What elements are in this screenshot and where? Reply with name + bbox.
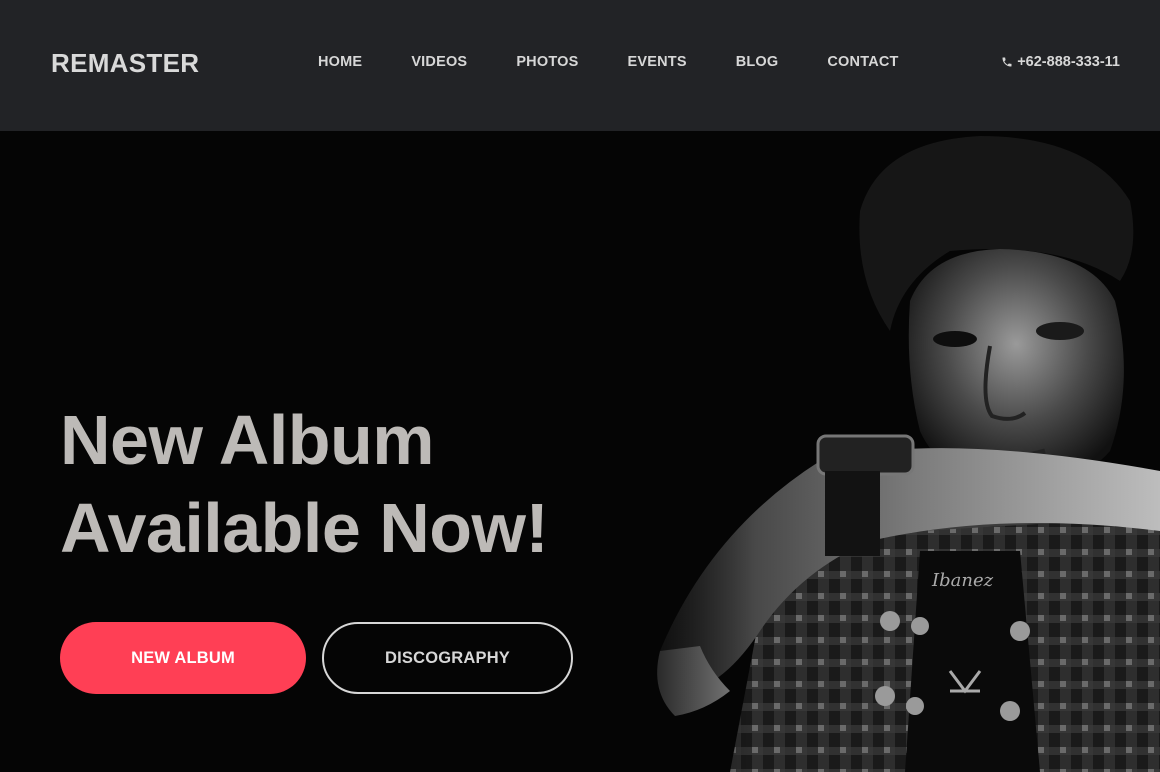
nav-videos[interactable]: VIDEOS: [411, 54, 467, 70]
phone-icon: [1002, 57, 1012, 67]
hero-section: Ibanez New Album Available Now! NEW ALBU…: [0, 131, 1160, 772]
headline-line-1: New Album: [60, 401, 435, 479]
phone-contact[interactable]: +62-888-333-11: [1001, 54, 1120, 70]
nav-events[interactable]: EVENTS: [627, 54, 686, 70]
hero-musician-photo: Ibanez: [620, 131, 1160, 772]
phone-number: +62-888-333-11: [1017, 54, 1120, 70]
headline-line-2: Available Now!: [60, 489, 549, 567]
brand-logo[interactable]: REMASTER: [51, 48, 199, 79]
nav-home[interactable]: HOME: [318, 54, 362, 70]
nav-photos[interactable]: PHOTOS: [516, 54, 578, 70]
discography-button[interactable]: DISCOGRAPHY: [322, 622, 573, 694]
new-album-button[interactable]: NEW ALBUM: [60, 622, 306, 694]
hero-headline: New Album Available Now!: [60, 396, 549, 572]
nav-contact[interactable]: CONTACT: [827, 54, 898, 70]
nav-blog[interactable]: BLOG: [736, 54, 779, 70]
site-header: REMASTER HOME VIDEOS PHOTOS EVENTS BLOG …: [0, 0, 1160, 131]
main-nav: HOME VIDEOS PHOTOS EVENTS BLOG CONTACT: [318, 54, 948, 70]
